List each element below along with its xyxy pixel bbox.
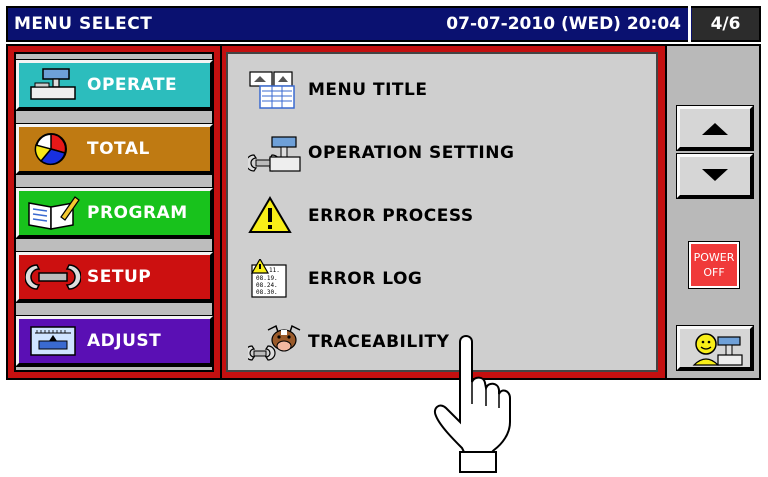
book-pencil-icon <box>25 195 81 231</box>
error-process-label: ERROR PROCESS <box>308 206 474 226</box>
setup-label: SETUP <box>87 267 152 287</box>
scale-icon <box>25 67 81 103</box>
adjust-label: ADJUST <box>87 331 162 351</box>
operate-button[interactable]: OPERATE <box>15 59 214 111</box>
menu-title-label: MENU TITLE <box>308 80 428 100</box>
error-log-icon: 11. 08.19. 08.24. 08.30. <box>248 259 304 299</box>
program-label: PROGRAM <box>87 203 188 223</box>
pointing-hand-icon <box>434 335 511 473</box>
error-log-line-2: 08.19. <box>256 275 278 282</box>
control-panel: POWER OFF <box>667 44 761 380</box>
cow-icon <box>248 322 304 362</box>
error-log-label: ERROR LOG <box>308 269 423 289</box>
scroll-up-button[interactable] <box>676 105 754 151</box>
header-divider <box>688 6 691 42</box>
pie-chart-icon <box>25 131 81 167</box>
adjust-panel-icon <box>25 323 81 359</box>
warning-icon <box>248 196 304 236</box>
operation-setting-label: OPERATION SETTING <box>308 143 515 163</box>
power-label: POWER <box>693 251 735 264</box>
operation-setting-icon <box>248 133 304 173</box>
error-log-line-4: 08.30. <box>256 289 278 296</box>
traceability-label: TRACEABILITY <box>308 332 450 352</box>
operation-setting-item[interactable]: OPERATION SETTING <box>248 131 648 175</box>
down-arrow-icon <box>702 169 728 181</box>
header-bar: MENU SELECT 07-07-2010 (WED) 20:04 4/6 <box>6 6 761 42</box>
category-panel: OPERATE TOTAL PROGRAM SETUP ADJUST <box>6 44 222 380</box>
menu-title-icon <box>248 70 304 110</box>
power-off-button[interactable]: POWER OFF <box>688 241 740 289</box>
off-label: OFF <box>703 266 725 279</box>
wrench-icon <box>25 259 81 295</box>
adjust-button[interactable]: ADJUST <box>15 315 214 367</box>
operator-button[interactable] <box>676 325 754 371</box>
screen-title: MENU SELECT <box>14 14 153 34</box>
menu-list: MENU TITLE OPERATION SETTING ERROR PROCE… <box>226 52 658 372</box>
error-process-item[interactable]: ERROR PROCESS <box>248 194 648 238</box>
operator-icon <box>692 333 743 366</box>
total-label: TOTAL <box>87 139 150 159</box>
operate-label: OPERATE <box>87 75 178 95</box>
program-button[interactable]: PROGRAM <box>15 187 214 239</box>
up-arrow-icon <box>702 123 728 135</box>
date-time: 07-07-2010 (WED) 20:04 <box>446 14 681 34</box>
error-log-line-1: 11. <box>269 267 280 274</box>
error-log-line-3: 08.24. <box>256 282 278 289</box>
error-log-item[interactable]: 11. 08.19. 08.24. 08.30. ERROR LOG <box>248 257 648 301</box>
menu-title-item[interactable]: MENU TITLE <box>248 68 648 112</box>
page-indicator: 4/6 <box>692 8 759 40</box>
total-button[interactable]: TOTAL <box>15 123 214 175</box>
setup-button[interactable]: SETUP <box>15 251 214 303</box>
scroll-down-button[interactable] <box>676 153 754 199</box>
